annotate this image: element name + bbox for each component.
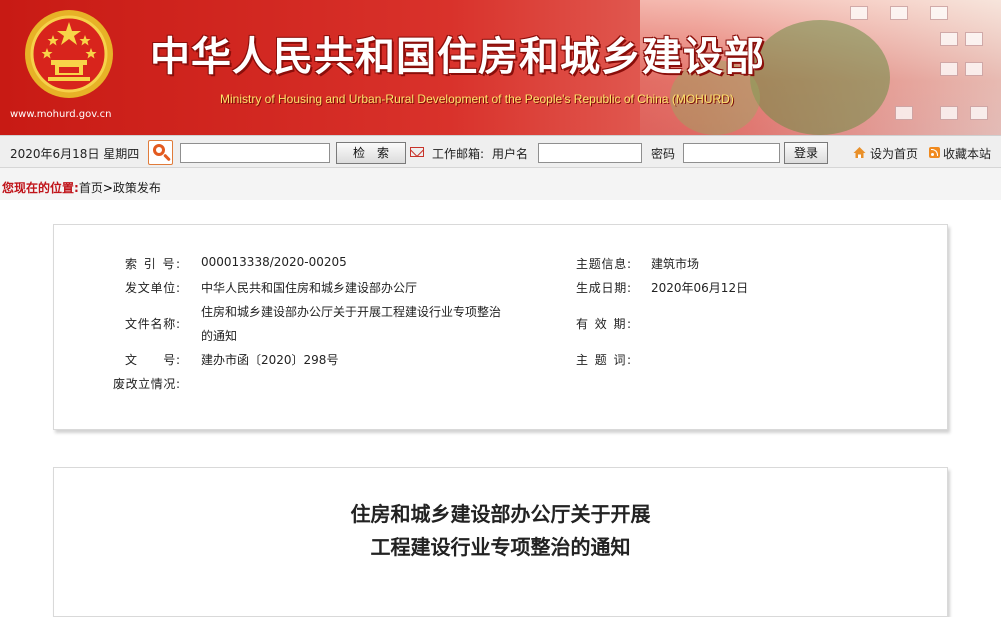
search-input[interactable] xyxy=(180,143,330,163)
issuer-value: 中华人民共和国住房和城乡建设部办公厅 xyxy=(201,281,418,295)
home-icon xyxy=(853,147,866,158)
breadcrumb-bar: 您现在的位置:首页>政策发布 xyxy=(0,168,1001,200)
breadcrumb-separator: > xyxy=(102,181,113,195)
issuer-label: 发文单位: xyxy=(125,281,180,295)
index-value: 000013338/2020-00205 xyxy=(201,255,347,269)
national-emblem-icon xyxy=(25,10,113,98)
index-label: 索 引 号: xyxy=(125,257,180,271)
keywords-label: 主 题 词: xyxy=(576,353,631,367)
document-name-label: 文件名称: xyxy=(125,317,180,331)
building-window xyxy=(940,106,958,120)
password-label: 密码 xyxy=(651,147,676,161)
breadcrumb-current-link[interactable]: 政策发布 xyxy=(113,181,161,195)
rss-icon xyxy=(929,147,940,158)
building-window xyxy=(940,62,958,76)
building-window xyxy=(970,106,988,120)
date-value: 2020年06月12日 xyxy=(651,281,749,295)
topic-value: 建筑市场 xyxy=(651,257,700,271)
search-button[interactable]: 检 索 xyxy=(336,142,406,164)
location-label: 您现在的位置: xyxy=(2,181,79,195)
top-toolbar: 2020年6月18日 星期四 检 索 工作邮箱: 用户名 密码 登录 设为首页 … xyxy=(0,135,1001,168)
search-icon[interactable] xyxy=(148,140,173,165)
site-title-english: Ministry of Housing and Urban-Rural Deve… xyxy=(220,92,734,106)
password-field[interactable] xyxy=(683,143,780,163)
document-name-line1: 住房和城乡建设部办公厅关于开展工程建设行业专项整治 xyxy=(201,305,502,319)
username-field[interactable] xyxy=(538,143,642,163)
current-date: 2020年6月18日 星期四 xyxy=(10,147,140,161)
date-label: 生成日期: xyxy=(576,281,631,295)
breadcrumb: 您现在的位置:首页>政策发布 xyxy=(2,179,161,196)
article-title-line1: 住房和城乡建设部办公厅关于开展 xyxy=(350,502,651,526)
building-window xyxy=(930,6,948,20)
building-window xyxy=(965,32,983,46)
header-banner: www.mohurd.gov.cn 中华人民共和国住房和城乡建设部 Minist… xyxy=(0,0,1001,135)
tree-foliage xyxy=(750,20,890,135)
username-label: 用户名 xyxy=(492,147,529,161)
login-button[interactable]: 登录 xyxy=(784,142,828,164)
building-window xyxy=(850,6,868,20)
building-window xyxy=(965,62,983,76)
document-number-value: 建办市函〔2020〕298号 xyxy=(201,353,339,367)
document-info-panel: 索 引 号: 000013338/2020-00205 主题信息: 建筑市场 发… xyxy=(53,224,948,430)
validity-label: 有 效 期: xyxy=(576,317,631,331)
article-panel: 住房和城乡建设部办公厅关于开展 工程建设行业专项整治的通知 xyxy=(53,467,948,617)
building-window xyxy=(890,6,908,20)
document-number-label: 文 号: xyxy=(125,353,180,367)
building-window xyxy=(895,106,913,120)
article-title-line2: 工程建设行业专项整治的通知 xyxy=(370,535,631,559)
breadcrumb-home-link[interactable]: 首页 xyxy=(79,181,103,195)
mail-icon xyxy=(410,147,424,157)
work-mail-label: 工作邮箱: xyxy=(432,147,485,161)
building-window xyxy=(940,32,958,46)
document-name-line2: 的通知 xyxy=(201,329,238,343)
site-title-chinese: 中华人民共和国住房和城乡建设部 xyxy=(150,33,765,80)
set-homepage-link[interactable]: 设为首页 xyxy=(870,145,918,162)
topic-label: 主题信息: xyxy=(576,257,631,271)
site-url: www.mohurd.gov.cn xyxy=(10,109,112,120)
status-label: 废改立情况: xyxy=(113,377,180,391)
bookmark-link[interactable]: 收藏本站 xyxy=(943,145,991,162)
